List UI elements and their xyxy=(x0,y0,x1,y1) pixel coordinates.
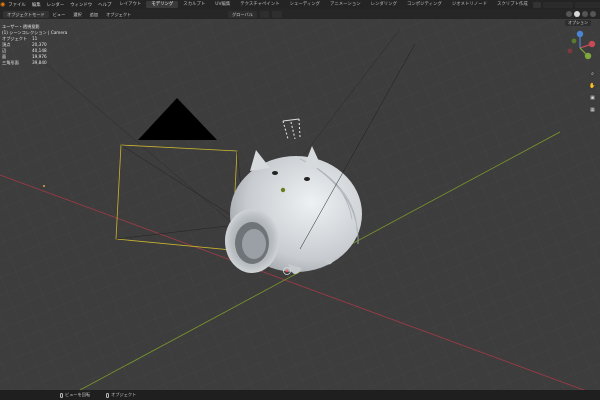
topbar-right xyxy=(532,1,600,8)
gizmo-neg-y[interactable] xyxy=(571,38,577,44)
proportional-toggle[interactable] xyxy=(272,10,282,18)
menu-help[interactable]: ヘルプ xyxy=(95,2,114,8)
orientation-dropdown[interactable]: グローバル xyxy=(228,10,257,18)
menu-file[interactable]: ファイル xyxy=(5,2,29,8)
tab-rendering[interactable]: レンダリング xyxy=(366,1,402,8)
tab-geometry-nodes[interactable]: ジオメトリノード xyxy=(447,1,492,8)
menu-view[interactable]: ビュー xyxy=(49,11,70,18)
menu-select[interactable]: 選択 xyxy=(69,11,85,18)
menu-render[interactable]: レンダー xyxy=(44,2,68,8)
light-origin-icon[interactable] xyxy=(43,185,45,187)
perspective-grid-icon[interactable]: ▦ xyxy=(588,106,597,115)
menu-window[interactable]: ウィンドウ xyxy=(67,2,95,8)
mode-dropdown[interactable]: オブジェクトモード xyxy=(3,10,49,18)
options-tab[interactable]: オプション xyxy=(565,20,591,26)
gizmo-neg-x[interactable] xyxy=(567,48,573,54)
mouse-icon xyxy=(106,392,110,398)
3d-cursor-center xyxy=(285,269,289,273)
stats-row: 三角形面 39,840 xyxy=(2,60,47,65)
navigation-gizmo[interactable] xyxy=(562,30,598,66)
solid-shading-icon[interactable] xyxy=(574,11,580,17)
snap-toggle[interactable] xyxy=(259,10,270,18)
tab-uv-editing[interactable]: UV編集 xyxy=(210,1,235,8)
viewport-canvas[interactable] xyxy=(0,19,600,390)
menu-edit[interactable]: 編集 xyxy=(29,2,44,8)
gizmo-y-axis[interactable] xyxy=(584,52,592,60)
pan-hand-icon[interactable]: ✋ xyxy=(588,82,597,91)
material-shading-icon[interactable] xyxy=(582,11,588,17)
gizmo-x-axis[interactable] xyxy=(588,40,596,48)
scene-selector[interactable] xyxy=(542,1,573,8)
view-layer-selector[interactable] xyxy=(574,1,600,8)
zoom-icon[interactable]: ⌕ xyxy=(588,70,597,79)
mouse-icon xyxy=(60,392,63,398)
add-workspace-button[interactable] xyxy=(532,1,541,8)
tab-texture-paint[interactable]: テクスチャペイント xyxy=(235,1,284,8)
menu-object[interactable]: オブジェクト xyxy=(102,11,135,18)
wireframe-shading-icon[interactable] xyxy=(566,11,572,17)
viewport-header: オブジェクトモード ビュー 選択 追加 オブジェクト グローバル xyxy=(0,9,600,19)
status-hint-rotate: ビューを回転 xyxy=(60,392,90,398)
top-bar: ◉ ファイル 編集 レンダー ウィンドウ ヘルプ レイアウト モデリング スカル… xyxy=(0,0,600,9)
tab-scripting[interactable]: スクリプト作成 xyxy=(492,1,533,8)
gizmo-z-axis[interactable] xyxy=(576,30,584,38)
status-bar: ビューを回転 オブジェクト xyxy=(0,390,600,400)
status-hint-object: オブジェクト xyxy=(106,392,136,398)
menu-add[interactable]: 追加 xyxy=(86,11,102,18)
tab-shading[interactable]: シェーディング xyxy=(285,1,325,8)
rendered-shading-icon[interactable] xyxy=(590,11,596,17)
tab-compositing[interactable]: コンポジティング xyxy=(402,1,447,8)
camera-view-icon[interactable]: ▣ xyxy=(588,94,597,103)
tab-sculpt[interactable]: スカルプト xyxy=(178,1,210,8)
3d-viewport[interactable] xyxy=(0,19,600,390)
viewport-stats-overlay: ユーザー・透視投影 (1) シーンコレクション | Camera オブジェクト 1… xyxy=(2,24,67,66)
shading-controls xyxy=(566,11,600,17)
transform-controls: グローバル xyxy=(228,10,282,18)
tab-modeling[interactable]: モデリング xyxy=(146,1,179,8)
tab-animation[interactable]: アニメーション xyxy=(325,1,366,8)
tab-layout[interactable]: レイアウト xyxy=(114,1,146,8)
